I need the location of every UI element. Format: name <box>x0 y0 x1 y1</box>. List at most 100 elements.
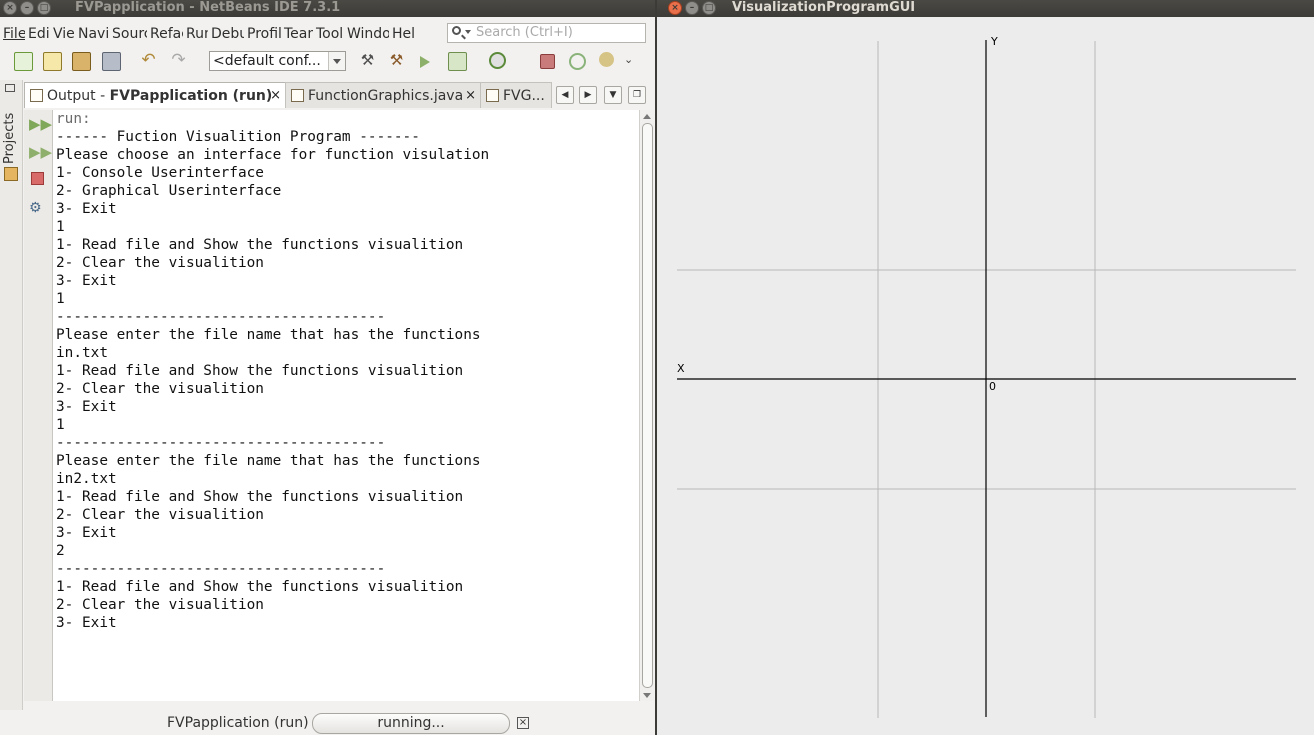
console-line: 2- Clear the visualition <box>56 597 264 613</box>
scroll-tabs-left-icon[interactable]: ◀ <box>556 86 574 104</box>
projects-panel-tab[interactable]: Projects <box>2 108 20 168</box>
projects-icon[interactable] <box>4 167 18 181</box>
new-project-icon[interactable] <box>43 52 62 71</box>
output-console[interactable]: run: ------ Fuction Visualition Program -… <box>53 110 639 701</box>
stop-icon[interactable] <box>31 172 44 185</box>
menu-window[interactable]: Window <box>344 26 389 42</box>
run-icon[interactable] <box>420 56 430 68</box>
tab-output-prefix: Output - <box>47 88 110 104</box>
tab-functiongraphics[interactable]: FunctionGraphics.java × <box>285 82 481 108</box>
menu-run[interactable]: Run <box>183 26 208 42</box>
console-line: 3- Exit <box>56 201 117 217</box>
settings-icon[interactable]: ⚙ <box>29 199 47 217</box>
gui-window-title: VisualizationProgramGUI <box>732 0 916 15</box>
console-line: 3- Exit <box>56 399 117 415</box>
console-line: 1- Console Userinterface <box>56 165 264 181</box>
menu-help[interactable]: Help <box>389 26 415 42</box>
console-line: in2.txt <box>56 471 117 487</box>
redo-icon[interactable]: ↷ <box>170 52 187 69</box>
menu-profile[interactable]: Profile <box>244 26 281 42</box>
chevron-down-icon <box>465 30 471 34</box>
progress-bar[interactable]: running... <box>312 713 510 734</box>
menu-source[interactable]: Source <box>109 26 147 42</box>
console-line: 3- Exit <box>56 525 117 541</box>
console-line: 2 <box>56 543 65 559</box>
console-line: 1 <box>56 291 65 307</box>
close-icon[interactable]: × <box>270 83 281 108</box>
configuration-select[interactable]: <default conf... <box>209 51 346 71</box>
search-input[interactable]: Search (Ctrl+I) <box>447 23 646 43</box>
scroll-tabs-right-icon[interactable]: ▶ <box>579 86 597 104</box>
show-open-documents-icon[interactable]: ▼ <box>604 86 622 104</box>
restore-window-icon[interactable]: ❐ <box>628 86 646 104</box>
menu-tools[interactable]: Tools <box>313 26 344 42</box>
menu-view[interactable]: View <box>50 26 75 42</box>
tab-fvg[interactable]: FVG... <box>480 82 552 108</box>
ide-titlebar[interactable]: × – □ FVPapplication - NetBeans IDE 7.3.… <box>0 0 655 17</box>
new-file-icon[interactable] <box>14 52 33 71</box>
tab-functiongraphics-label: FunctionGraphics.java <box>308 88 464 104</box>
console-line: in.txt <box>56 345 108 361</box>
clean-build-icon[interactable]: ⚒ <box>388 52 405 69</box>
console-line: 3- Exit <box>56 273 117 289</box>
chevron-down-icon[interactable] <box>328 52 345 70</box>
console-line: ------ Fuction Visualition Program -----… <box>56 129 420 145</box>
console-scrollbar[interactable] <box>639 110 654 701</box>
console-line: 1 <box>56 219 65 235</box>
tab-output-title: FVPapplication (run) <box>109 88 273 104</box>
save-all-icon[interactable] <box>102 52 121 71</box>
profile-icon[interactable] <box>489 52 506 69</box>
console-line: 1- Read file and Show the functions visu… <box>56 237 464 253</box>
console-line: 2- Graphical Userinterface <box>56 183 282 199</box>
stop-icon <box>540 54 555 69</box>
cancel-task-icon[interactable]: × <box>517 717 529 729</box>
menu-navigate[interactable]: Navigate <box>75 26 109 42</box>
menu-team[interactable]: Team <box>281 26 313 42</box>
console-line: 2- Clear the visualition <box>56 507 264 523</box>
ide-window-title: FVPapplication - NetBeans IDE 7.3.1 <box>75 0 341 15</box>
maximize-window-icon[interactable]: □ <box>702 1 716 15</box>
console-line: Please enter the file name that has the … <box>56 327 481 343</box>
console-line: run: <box>56 111 91 127</box>
java-file-icon <box>291 89 304 102</box>
close-icon[interactable]: × <box>465 83 476 108</box>
maximize-window-icon[interactable]: □ <box>37 1 51 15</box>
undo-icon[interactable]: ↶ <box>140 52 157 69</box>
graph-canvas[interactable]: Y X 0 <box>657 18 1314 735</box>
visualization-window: × – □ VisualizationProgramGUI Y X 0 <box>657 0 1314 735</box>
menu-edit[interactable]: Edit <box>25 26 50 42</box>
toolbar-overflow-icon[interactable]: ⌄ <box>624 52 641 69</box>
gui-titlebar[interactable]: × – □ VisualizationProgramGUI <box>657 0 1314 17</box>
minimize-window-icon[interactable]: – <box>685 1 699 15</box>
coordinate-plane <box>677 40 1296 718</box>
menu-refactor[interactable]: Refactor <box>147 26 183 42</box>
status-task-label: FVPapplication (run) <box>167 715 309 731</box>
tab-output[interactable]: Output - FVPapplication (run) × <box>24 82 286 108</box>
open-project-icon[interactable] <box>72 52 91 71</box>
y-axis-label: Y <box>991 35 998 48</box>
scroll-up-icon[interactable] <box>643 114 651 119</box>
rerun-icon[interactable]: ▶▶ <box>29 115 52 133</box>
console-line: 1- Read file and Show the functions visu… <box>56 579 464 595</box>
console-line: 3- Exit <box>56 615 117 631</box>
menu-file[interactable]: File <box>0 26 25 42</box>
tab-fvg-label: FVG... <box>503 88 545 104</box>
minimize-window-icon[interactable]: – <box>20 1 34 15</box>
console-line: 1- Read file and Show the functions visu… <box>56 489 464 505</box>
console-line: 1 <box>56 417 65 433</box>
menu-debug[interactable]: Debug <box>208 26 244 42</box>
rerun-with-parameters-icon[interactable]: ▶▶ <box>29 143 52 161</box>
output-actions-strip: ▶▶ ▶▶ ⚙ <box>24 110 53 701</box>
close-window-icon[interactable]: × <box>668 1 682 15</box>
restore-window-icon[interactable] <box>5 84 15 92</box>
console-line: 2- Clear the visualition <box>56 255 264 271</box>
debug-project-icon[interactable] <box>448 52 467 71</box>
console-line: 2- Clear the visualition <box>56 381 264 397</box>
console-line: Please enter the file name that has the … <box>56 453 481 469</box>
build-hammer-icon[interactable]: ⚒ <box>359 52 376 69</box>
java-file-icon <box>486 89 499 102</box>
close-window-icon[interactable]: × <box>3 1 17 15</box>
scrollbar-thumb[interactable] <box>642 123 653 688</box>
scroll-down-icon[interactable] <box>643 693 651 698</box>
configuration-value: <default conf... <box>213 53 321 69</box>
